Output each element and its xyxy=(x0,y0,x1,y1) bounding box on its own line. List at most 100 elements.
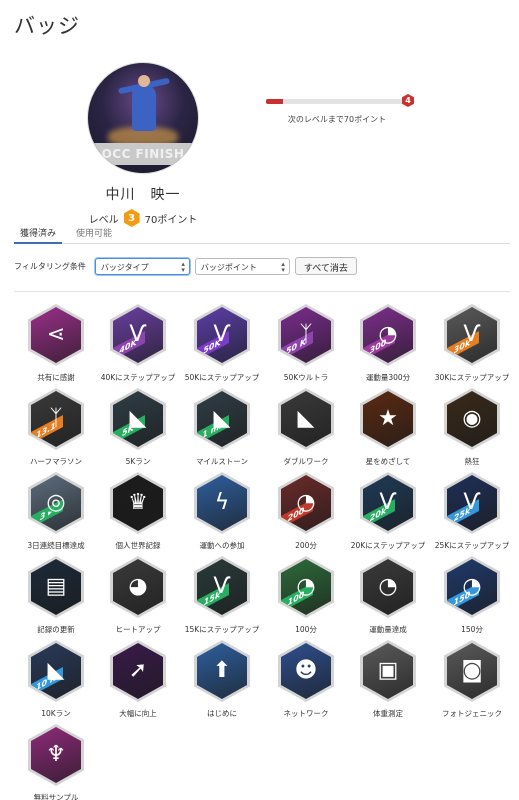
badge-frame: ◔ xyxy=(360,556,416,618)
badge-item[interactable]: ◔ 100 100分 xyxy=(264,556,348,635)
badge-frame: ◔ 100 xyxy=(278,556,334,618)
clear-all-button[interactable]: すべて消去 xyxy=(294,257,357,275)
double-shoe-icon: ◣ xyxy=(297,406,315,431)
badge-item[interactable]: ◔ 運動量達成 xyxy=(346,556,430,635)
tab-earned[interactable]: 獲得済み xyxy=(14,222,63,244)
badge-hexagon: Ѵ 50K xyxy=(197,307,247,363)
badge-label: 大幅に向上 xyxy=(119,709,157,718)
badge-item[interactable]: ☻ ネットワーク xyxy=(264,640,348,719)
badge-item[interactable]: ◎ 3 ▸ 3日連続目標達成 xyxy=(14,472,98,551)
best-yesterday-icon: ▤ xyxy=(45,574,67,599)
badge-item[interactable]: ◕ ヒートアップ xyxy=(96,556,180,635)
badge-hexagon: ◣ 10 K xyxy=(31,643,81,699)
badge-item[interactable]: ◣ 1 mi マイルストーン xyxy=(180,388,264,467)
badge-item[interactable]: ➚ 大幅に向上 xyxy=(96,640,180,719)
badge-hexagon: ⋖ xyxy=(31,307,81,363)
badge-item[interactable]: ♛ 個人世界記録 xyxy=(96,472,180,551)
camera-icon: ◙ xyxy=(461,658,483,683)
badge-frame: ◣ 5K xyxy=(110,388,166,450)
badge-item[interactable]: ♆ 無料サンプル xyxy=(14,724,98,800)
badge-item[interactable]: ◉ 熱狂 xyxy=(430,388,514,467)
badge-frame: ◣ xyxy=(278,388,334,450)
tab-available[interactable]: 使用可能 xyxy=(70,222,118,244)
badge-frame: ϟ xyxy=(194,472,250,534)
badge-item[interactable]: ★ 星をめざして xyxy=(346,388,430,467)
badge-frame: ◎ 3 ▸ xyxy=(28,472,84,534)
badge-item[interactable]: ▣ 体重測定 xyxy=(346,640,430,719)
badge-label: 5Kラン xyxy=(125,457,151,466)
badge-item[interactable]: ◔ 200 200分 xyxy=(264,472,348,551)
winged-shoe-icon: ᛉ xyxy=(299,322,313,347)
badge-item[interactable]: Ѵ 50K 50Kにステップアップ xyxy=(180,304,264,383)
badge-item[interactable]: ⋖ 共有に感謝 xyxy=(14,304,98,383)
badge-label: 記録の更新 xyxy=(37,625,75,634)
badge-hexagon: ◔ 100 xyxy=(281,559,331,615)
badge-label: ダブルワーク xyxy=(283,457,329,466)
badge-item[interactable]: Ѵ 20k 20Kにステップアップ xyxy=(346,472,430,551)
badge-hexagon: ◔ 150 xyxy=(447,559,497,615)
badge-hexagon: ◔ xyxy=(363,559,413,615)
badge-frame: ➚ xyxy=(110,640,166,702)
badge-hexagon: ◣ 5K xyxy=(113,391,163,447)
badge-item[interactable]: ᛉ 13.1 ハーフマラソン xyxy=(14,388,98,467)
badge-item[interactable]: ϟ 運動への参加 xyxy=(180,472,264,551)
select-arrows-icon: ▴ ▾ xyxy=(281,259,285,274)
badge-item[interactable]: ◔ 150 150分 xyxy=(430,556,514,635)
badge-item[interactable]: ◣ 10 K 10Kラン xyxy=(14,640,98,719)
badge-label: 個人世界記録 xyxy=(115,541,161,550)
badge-hexagon: ★ xyxy=(363,391,413,447)
filter-label: フィルタリング条件 xyxy=(14,261,86,271)
badge-item[interactable]: ▤ 記録の更新 xyxy=(14,556,98,635)
badge-hexagon: ◣ xyxy=(281,391,331,447)
badge-label: 無料サンプル xyxy=(33,793,79,800)
badge-hexagon: ➚ xyxy=(113,643,163,699)
badge-frame: Ѵ 15k xyxy=(194,556,250,618)
badge-label: 40Kにステップアップ xyxy=(100,373,176,382)
badge-item[interactable]: ◣ 5K 5Kラン xyxy=(96,388,180,467)
badge-item[interactable]: ◣ ダブルワーク xyxy=(264,388,348,467)
badge-item[interactable]: ⬆ はじめに xyxy=(180,640,264,719)
badge-label: 25Kにステップアップ xyxy=(434,541,510,550)
badge-label: はじめに xyxy=(207,709,237,718)
badge-frame: ◔ 150 xyxy=(444,556,500,618)
progress-bar xyxy=(266,99,404,104)
badge-label: マイルストーン xyxy=(195,457,249,466)
badge-type-select[interactable]: バッジタイプ ▴ ▾ xyxy=(94,257,190,275)
badge-hexagon: ◉ xyxy=(447,391,497,447)
next-level-badge: 4 xyxy=(402,94,414,107)
rocket-icon: ◕ xyxy=(128,574,148,599)
badge-label: 共有に感謝 xyxy=(37,373,75,382)
stopwatch-icon: ◔ xyxy=(296,574,316,599)
badge-frame: ▤ xyxy=(28,556,84,618)
badge-label: 200分 xyxy=(295,541,317,550)
badge-label: 100分 xyxy=(295,625,317,634)
badge-item[interactable]: Ѵ 15k 15Kにステップアップ xyxy=(180,556,264,635)
badge-hexagon: ⬆ xyxy=(197,643,247,699)
badge-item[interactable]: Ѵ 40K 40Kにステップアップ xyxy=(96,304,180,383)
avatar-figure xyxy=(132,75,156,131)
arrow-up-icon: ➚ xyxy=(128,658,148,683)
wings-icon: Ѵ xyxy=(213,574,231,599)
wings-icon: Ѵ xyxy=(463,490,481,515)
people-icon: ☻ xyxy=(294,658,318,683)
badge-item[interactable]: ◙ フォトジェニック xyxy=(430,640,514,719)
badge-label: ハーフマラソン xyxy=(29,457,83,466)
badge-hexagon: ▣ xyxy=(363,643,413,699)
badge-hexagon: Ѵ 25k xyxy=(447,475,497,531)
progress-caption: 次のレベルまで70ポイント xyxy=(287,115,387,124)
badge-item[interactable]: Ѵ 30k 30Kにステップアップ xyxy=(430,304,514,383)
badge-frame: ᛉ 50 K xyxy=(278,304,334,366)
badge-item[interactable]: ◔ 300 運動量300分 xyxy=(346,304,430,383)
avatar: OCC FINISH xyxy=(87,62,199,174)
badge-hexagon: ♆ xyxy=(31,727,81,783)
badge-points-select[interactable]: バッジポイント ▴ ▾ xyxy=(194,257,290,275)
badge-item[interactable]: ᛉ 50 K 50Kウルトラ xyxy=(264,304,348,383)
badge-item[interactable]: Ѵ 25k 25Kにステップアップ xyxy=(430,472,514,551)
badge-frame: ♛ xyxy=(110,472,166,534)
badge-hexagon: ϟ xyxy=(197,475,247,531)
target-icon: ◎ xyxy=(46,490,66,515)
badge-frame: ⋖ xyxy=(28,304,84,366)
badge-frame: Ѵ 20k xyxy=(360,472,416,534)
badge-hexagon: ◕ xyxy=(113,559,163,615)
fire-icon: ◉ xyxy=(462,406,482,431)
